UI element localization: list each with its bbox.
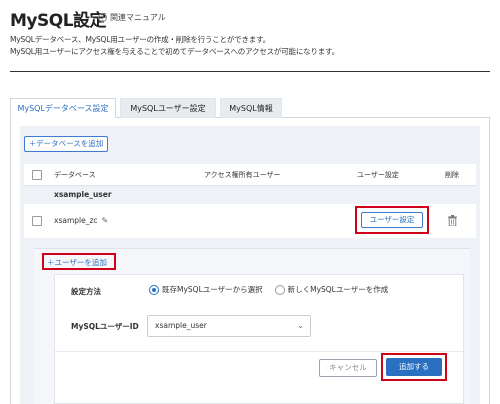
user-id-select[interactable]: xsample_user ⌄ [147,315,311,337]
pencil-icon[interactable]: ✎ [102,216,109,225]
add-database-button[interactable]: ＋データベースを追加 [24,136,108,152]
trash-icon[interactable] [448,215,457,226]
column-delete: 削除 [445,171,459,179]
header-divider [10,71,490,72]
add-button[interactable]: 追加する [386,358,442,376]
help-icon: ? [98,13,107,22]
add-user-form: 設定方法 既存MySQLユーザーから選択 新しくMySQLユーザーを作成 MyS… [54,274,464,404]
user-id-value: xsample_user [155,321,207,330]
column-user-settings: ユーザー設定 [357,171,399,179]
group-label: xsample_user [54,190,112,199]
highlight-box: ＋ユーザーを追加 [42,253,116,270]
database-name: xsample_zc ✎ [54,216,108,225]
manual-link[interactable]: ? 関連マニュアル [98,12,166,23]
row-checkbox[interactable] [32,216,42,226]
tab-bar: MySQLデータベース設定 MySQLユーザー設定 MySQL情報 [10,98,490,118]
chevron-down-icon: ⌄ [297,321,304,330]
user-settings-button[interactable]: ユーザー設定 [361,212,423,228]
user-id-label: MySQLユーザーID [71,322,139,331]
table-header: データベース アクセス権所有ユーザー ユーザー設定 削除 [24,164,476,186]
column-access-users: アクセス権所有ユーザー [204,171,281,179]
select-all-checkbox[interactable] [32,170,42,180]
radio-existing-user[interactable] [149,284,159,295]
method-label: 設定方法 [71,287,101,296]
tab-mysql-info[interactable]: MySQL情報 [220,98,282,118]
column-database: データベース [54,171,96,179]
manual-link-label: 関連マニュアル [110,13,166,22]
radio-existing-user-label: 既存MySQLユーザーから選択 [162,285,263,294]
form-divider [55,351,463,352]
add-user-link[interactable]: ＋ユーザーを追加 [47,257,107,268]
description-line-2: MySQL用ユーザーにアクセス権を与えることで初めてデータベースへのアクセスが可… [10,47,339,56]
tab-mysql-database[interactable]: MySQLデータベース設定 [10,98,116,118]
tab-mysql-user[interactable]: MySQLユーザー設定 [120,98,216,118]
method-radio-group: 既存MySQLユーザーから選択 新しくMySQLユーザーを作成 [149,284,388,295]
radio-new-user[interactable] [274,284,285,295]
highlight-box: ユーザー設定 [355,206,429,234]
user-group-row: xsample_user [24,186,476,204]
radio-new-user-label: 新しくMySQLユーザーを作成 [287,285,389,294]
page-title: MySQL設定 [10,11,107,31]
database-name-label: xsample_zc [54,216,98,225]
description-line-1: MySQLデータベース、MySQL用ユーザーの作成・削除を行うことができます。 [10,35,270,44]
cancel-button[interactable]: キャンセル [319,359,377,377]
highlight-box: 追加する [381,353,447,381]
table-row: xsample_zc ✎ ユーザー設定 [24,204,476,238]
